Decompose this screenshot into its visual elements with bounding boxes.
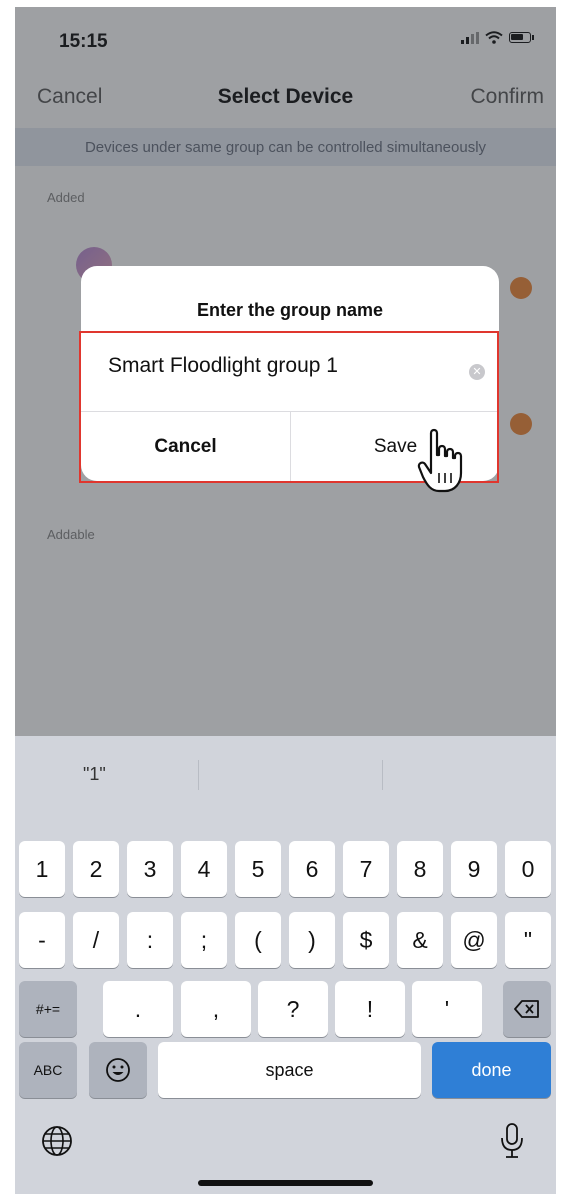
backspace-glyph	[514, 1000, 539, 1018]
key-done[interactable]: done	[432, 1042, 551, 1098]
divider	[198, 760, 199, 790]
key-space[interactable]: space	[158, 1042, 421, 1098]
key-quote[interactable]: "	[505, 912, 551, 968]
emoji-icon[interactable]	[89, 1042, 147, 1098]
key-exclamation[interactable]: !	[335, 981, 405, 1037]
key-abc[interactable]: ABC	[19, 1042, 77, 1098]
microphone-icon[interactable]	[500, 1122, 524, 1160]
key-colon[interactable]: :	[127, 912, 173, 968]
hand-pointer-icon	[417, 428, 463, 493]
backspace-icon[interactable]	[503, 981, 551, 1037]
key-open-paren[interactable]: (	[235, 912, 281, 968]
key-4[interactable]: 4	[181, 841, 227, 897]
key-period[interactable]: .	[103, 981, 173, 1037]
key-8[interactable]: 8	[397, 841, 443, 897]
home-indicator[interactable]	[198, 1180, 373, 1186]
key-5[interactable]: 5	[235, 841, 281, 897]
key-ampersand[interactable]: &	[397, 912, 443, 968]
key-symbols-toggle[interactable]: #+=	[19, 981, 77, 1037]
key-1[interactable]: 1	[19, 841, 65, 897]
key-0[interactable]: 0	[505, 841, 551, 897]
key-semicolon[interactable]: ;	[181, 912, 227, 968]
key-close-paren[interactable]: )	[289, 912, 335, 968]
key-7[interactable]: 7	[343, 841, 389, 897]
emoji-glyph	[106, 1058, 130, 1082]
key-9[interactable]: 9	[451, 841, 497, 897]
suggestion-item[interactable]: "1"	[83, 764, 106, 785]
key-6[interactable]: 6	[289, 841, 335, 897]
key-comma[interactable]: ,	[181, 981, 251, 1037]
key-slash[interactable]: /	[73, 912, 119, 968]
key-3[interactable]: 3	[127, 841, 173, 897]
keyboard: "1" 1 2 3 4 5 6 7 8 9 0 - / : ; ( ) $ & …	[15, 736, 556, 1194]
phone-screen: 15:15 Select Device Cancel Confirm Devic…	[15, 7, 556, 1194]
key-hyphen[interactable]: -	[19, 912, 65, 968]
key-at[interactable]: @	[451, 912, 497, 968]
key-apostrophe[interactable]: '	[412, 981, 482, 1037]
key-2[interactable]: 2	[73, 841, 119, 897]
suggestion-bar: "1"	[15, 736, 556, 814]
globe-icon[interactable]	[40, 1124, 74, 1158]
key-question[interactable]: ?	[258, 981, 328, 1037]
key-dollar[interactable]: $	[343, 912, 389, 968]
divider	[382, 760, 383, 790]
dialog-title: Enter the group name	[196, 300, 384, 320]
